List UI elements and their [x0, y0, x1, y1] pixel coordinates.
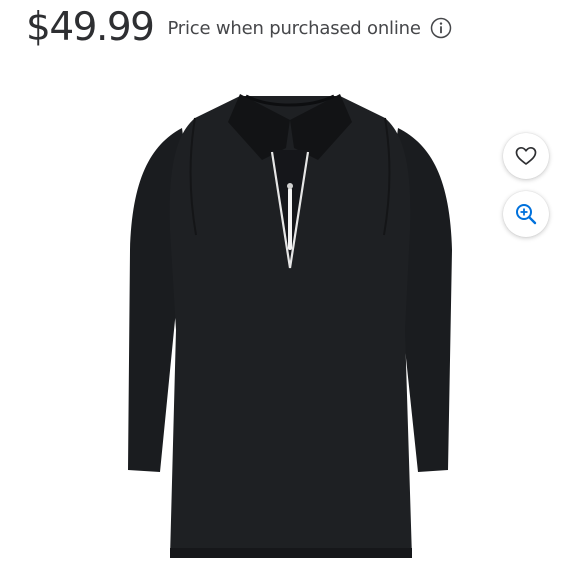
price-amount: $49.99	[26, 5, 155, 50]
price-note: Price when purchased online	[167, 17, 421, 39]
favorite-button[interactable]	[503, 133, 549, 179]
zoom-in-icon	[516, 204, 537, 225]
zoom-button[interactable]	[503, 191, 549, 237]
price-row: $49.99 Price when purchased online	[26, 6, 452, 50]
heart-icon	[515, 146, 537, 165]
info-circle-icon[interactable]	[430, 17, 452, 39]
product-image[interactable]	[0, 60, 580, 580]
product-image-area	[0, 60, 580, 580]
